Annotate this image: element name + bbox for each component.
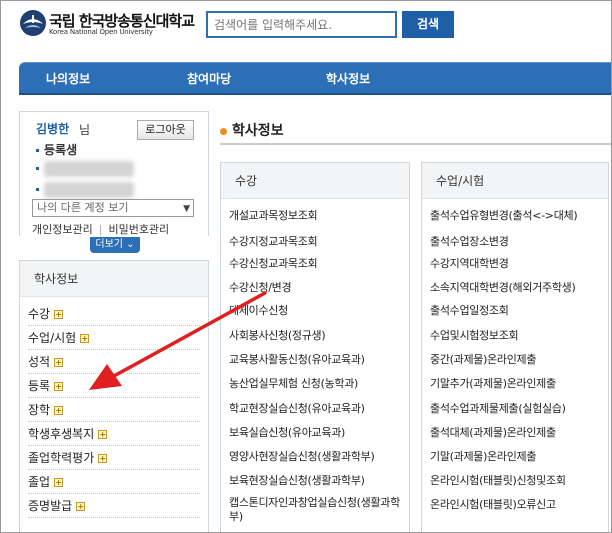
- page-frame: 국립 한국방송통신대학교 Korea National Open Univers…: [0, 0, 612, 533]
- panel-link[interactable]: 출석수업과제물제출(실험실습): [430, 402, 566, 416]
- panel-link[interactable]: 출석수업장소변경: [430, 235, 509, 249]
- university-logo[interactable]: 국립 한국방송통신대학교 Korea National Open Univers…: [19, 9, 199, 39]
- panel-link[interactable]: 학교현장실습신청(유아교육과): [229, 402, 365, 416]
- profile-manage-link[interactable]: 개인정보관리: [32, 223, 93, 236]
- page-title: 학사정보: [220, 120, 284, 140]
- panel-link[interactable]: 기말추가(과제물)온라인제출: [430, 377, 556, 391]
- panel-link[interactable]: 교육봉사활동신청(유아교육과): [229, 353, 365, 367]
- side-item-graduation-assessment[interactable]: 졸업학력평가 +: [28, 446, 200, 470]
- title-divider: [220, 143, 611, 145]
- panel-class-exam: 수업/시험 출석수업유형변경(출석<->대체) 출석수업장소변경 수강지역대학변…: [421, 162, 609, 532]
- main-nav: 나의정보 참여마당 학사정보: [19, 62, 611, 96]
- expand-plus-icon[interactable]: +: [54, 358, 64, 367]
- side-item-label: 등록: [28, 379, 51, 393]
- user-honorific: 님: [79, 123, 91, 137]
- redacted-info-2: [36, 182, 136, 198]
- panel-link[interactable]: 보육실습신청(유아교육과): [229, 426, 345, 440]
- chevron-down-icon: ▼: [183, 204, 190, 214]
- user-links: 개인정보관리 | 비밀번호관리: [32, 221, 169, 237]
- side-item-label: 수강: [28, 307, 51, 321]
- side-item-label: 수업/시험: [28, 331, 77, 345]
- side-item-registration[interactable]: 등록 +: [28, 374, 200, 398]
- divider: |: [98, 223, 103, 236]
- side-item-label: 학생후생복지: [28, 427, 95, 441]
- panel-link[interactable]: 수업및시험정보조회: [430, 329, 519, 343]
- side-item-label: 졸업: [28, 475, 51, 489]
- other-account-select-value: 나의 다른 계정 보기: [37, 201, 129, 214]
- panel-link[interactable]: 출석대체(과제물)온라인제출: [430, 426, 556, 440]
- bullet-icon: [36, 149, 39, 152]
- page-title-text: 학사정보: [232, 123, 284, 139]
- side-item-label: 성적: [28, 355, 51, 369]
- side-menu-title: 학사정보: [20, 261, 208, 297]
- bullet-icon: [36, 167, 39, 170]
- side-menu: 학사정보 수강 + 수업/시험 + 성적 + 등록 + 장학 + 학생후생복지 + 졸업학력…: [19, 260, 209, 532]
- panel-course: 수강 개설교과목정보조회 수강지정교과목조회 수강신청교과목조회 수강신청/변경…: [220, 162, 410, 532]
- expand-plus-icon[interactable]: +: [54, 382, 64, 391]
- side-item-certificates[interactable]: 증명발급 +: [28, 494, 200, 518]
- side-item-scholarship[interactable]: 장학 +: [28, 398, 200, 422]
- more-button-label: 더보기: [95, 239, 124, 250]
- side-item-class-exam[interactable]: 수업/시험 +: [28, 326, 200, 350]
- expand-plus-icon[interactable]: +: [54, 310, 64, 319]
- panel-link[interactable]: 농산업실무체험 신청(농학과): [229, 377, 358, 391]
- panel-link[interactable]: 캡스톤디자인과창업실습신청(생활과학부): [229, 496, 407, 524]
- user-name: 김병한: [36, 122, 70, 136]
- side-item-graduation[interactable]: 졸업 +: [28, 470, 200, 494]
- panel-link[interactable]: 수강신청교과목조회: [229, 257, 318, 271]
- panel-link[interactable]: 소속지역대학변경(해외거주학생): [430, 281, 576, 295]
- panel-link[interactable]: 영양사현장실습신청(생활과학부): [229, 450, 375, 464]
- panel-link[interactable]: 사회봉사신청(정규생): [229, 329, 326, 343]
- expand-plus-icon[interactable]: +: [80, 334, 90, 343]
- nav-item-participation[interactable]: 참여마당: [187, 63, 231, 96]
- panel-link[interactable]: 온라인시험(태블릿)신청및조회: [430, 474, 566, 488]
- nav-item-my-info[interactable]: 나의정보: [46, 63, 90, 96]
- panel-link[interactable]: 출석수업일정조회: [430, 304, 509, 318]
- password-manage-link[interactable]: 비밀번호관리: [108, 223, 169, 236]
- more-button[interactable]: 더보기 ⌄: [90, 237, 140, 253]
- expand-plus-icon[interactable]: +: [98, 430, 108, 439]
- user-info-box: 김병한 님 로그아웃 등록생 나의 다른 계정 보기 ▼ 개인정보관리 | 비밀번호…: [19, 111, 209, 236]
- redaction-blur: [44, 182, 134, 198]
- panel-link[interactable]: 수강신청/변경: [229, 281, 292, 295]
- side-item-label: 증명발급: [28, 499, 73, 513]
- redaction-blur: [44, 161, 134, 177]
- side-item-course[interactable]: 수강 +: [28, 302, 200, 326]
- expand-plus-icon[interactable]: +: [54, 406, 64, 415]
- logo-emblem-icon: [20, 10, 46, 36]
- panel-link[interactable]: 수강지정교과목조회: [229, 235, 318, 249]
- enrollment-status-label: 등록생: [44, 143, 78, 157]
- other-account-select[interactable]: 나의 다른 계정 보기 ▼: [32, 199, 194, 217]
- nav-item-academic-info[interactable]: 학사정보: [326, 63, 370, 96]
- panel-link[interactable]: 대체이수신청: [229, 304, 288, 318]
- title-bullet-icon: [220, 127, 227, 135]
- logo-subtext: Korea National Open University: [49, 28, 153, 36]
- panel-link[interactable]: 수강지역대학변경: [430, 257, 509, 271]
- side-item-label: 졸업학력평가: [28, 451, 95, 465]
- bullet-icon: [36, 188, 39, 191]
- expand-plus-icon[interactable]: +: [76, 502, 86, 511]
- panel-link[interactable]: 개설교과목정보조회: [229, 209, 318, 223]
- side-item-label: 장학: [28, 403, 51, 417]
- side-item-welfare[interactable]: 학생후생복지 +: [28, 422, 200, 446]
- panel-link[interactable]: 중간(과제물)온라인제출: [430, 353, 536, 367]
- enrollment-status: 등록생: [36, 141, 77, 158]
- expand-plus-icon[interactable]: +: [54, 478, 64, 487]
- chevron-down-icon: ⌄: [126, 239, 135, 250]
- panel-link[interactable]: 온라인시험(태블릿)오류신고: [430, 498, 556, 512]
- panel-link[interactable]: 출석수업유형변경(출석<->대체): [430, 209, 578, 223]
- expand-plus-icon[interactable]: +: [98, 454, 108, 463]
- redacted-info-1: [36, 161, 136, 177]
- search-button[interactable]: 검색: [402, 11, 454, 38]
- panel-heading: 수강: [221, 163, 409, 199]
- logout-button[interactable]: 로그아웃: [137, 120, 194, 140]
- panel-link[interactable]: 기말(과제물)온라인제출: [430, 450, 536, 464]
- panel-heading: 수업/시험: [422, 163, 608, 199]
- panel-link[interactable]: 보육현장실습신청(생활과학부): [229, 474, 365, 488]
- search-input[interactable]: [206, 11, 397, 38]
- side-item-grades[interactable]: 성적 +: [28, 350, 200, 374]
